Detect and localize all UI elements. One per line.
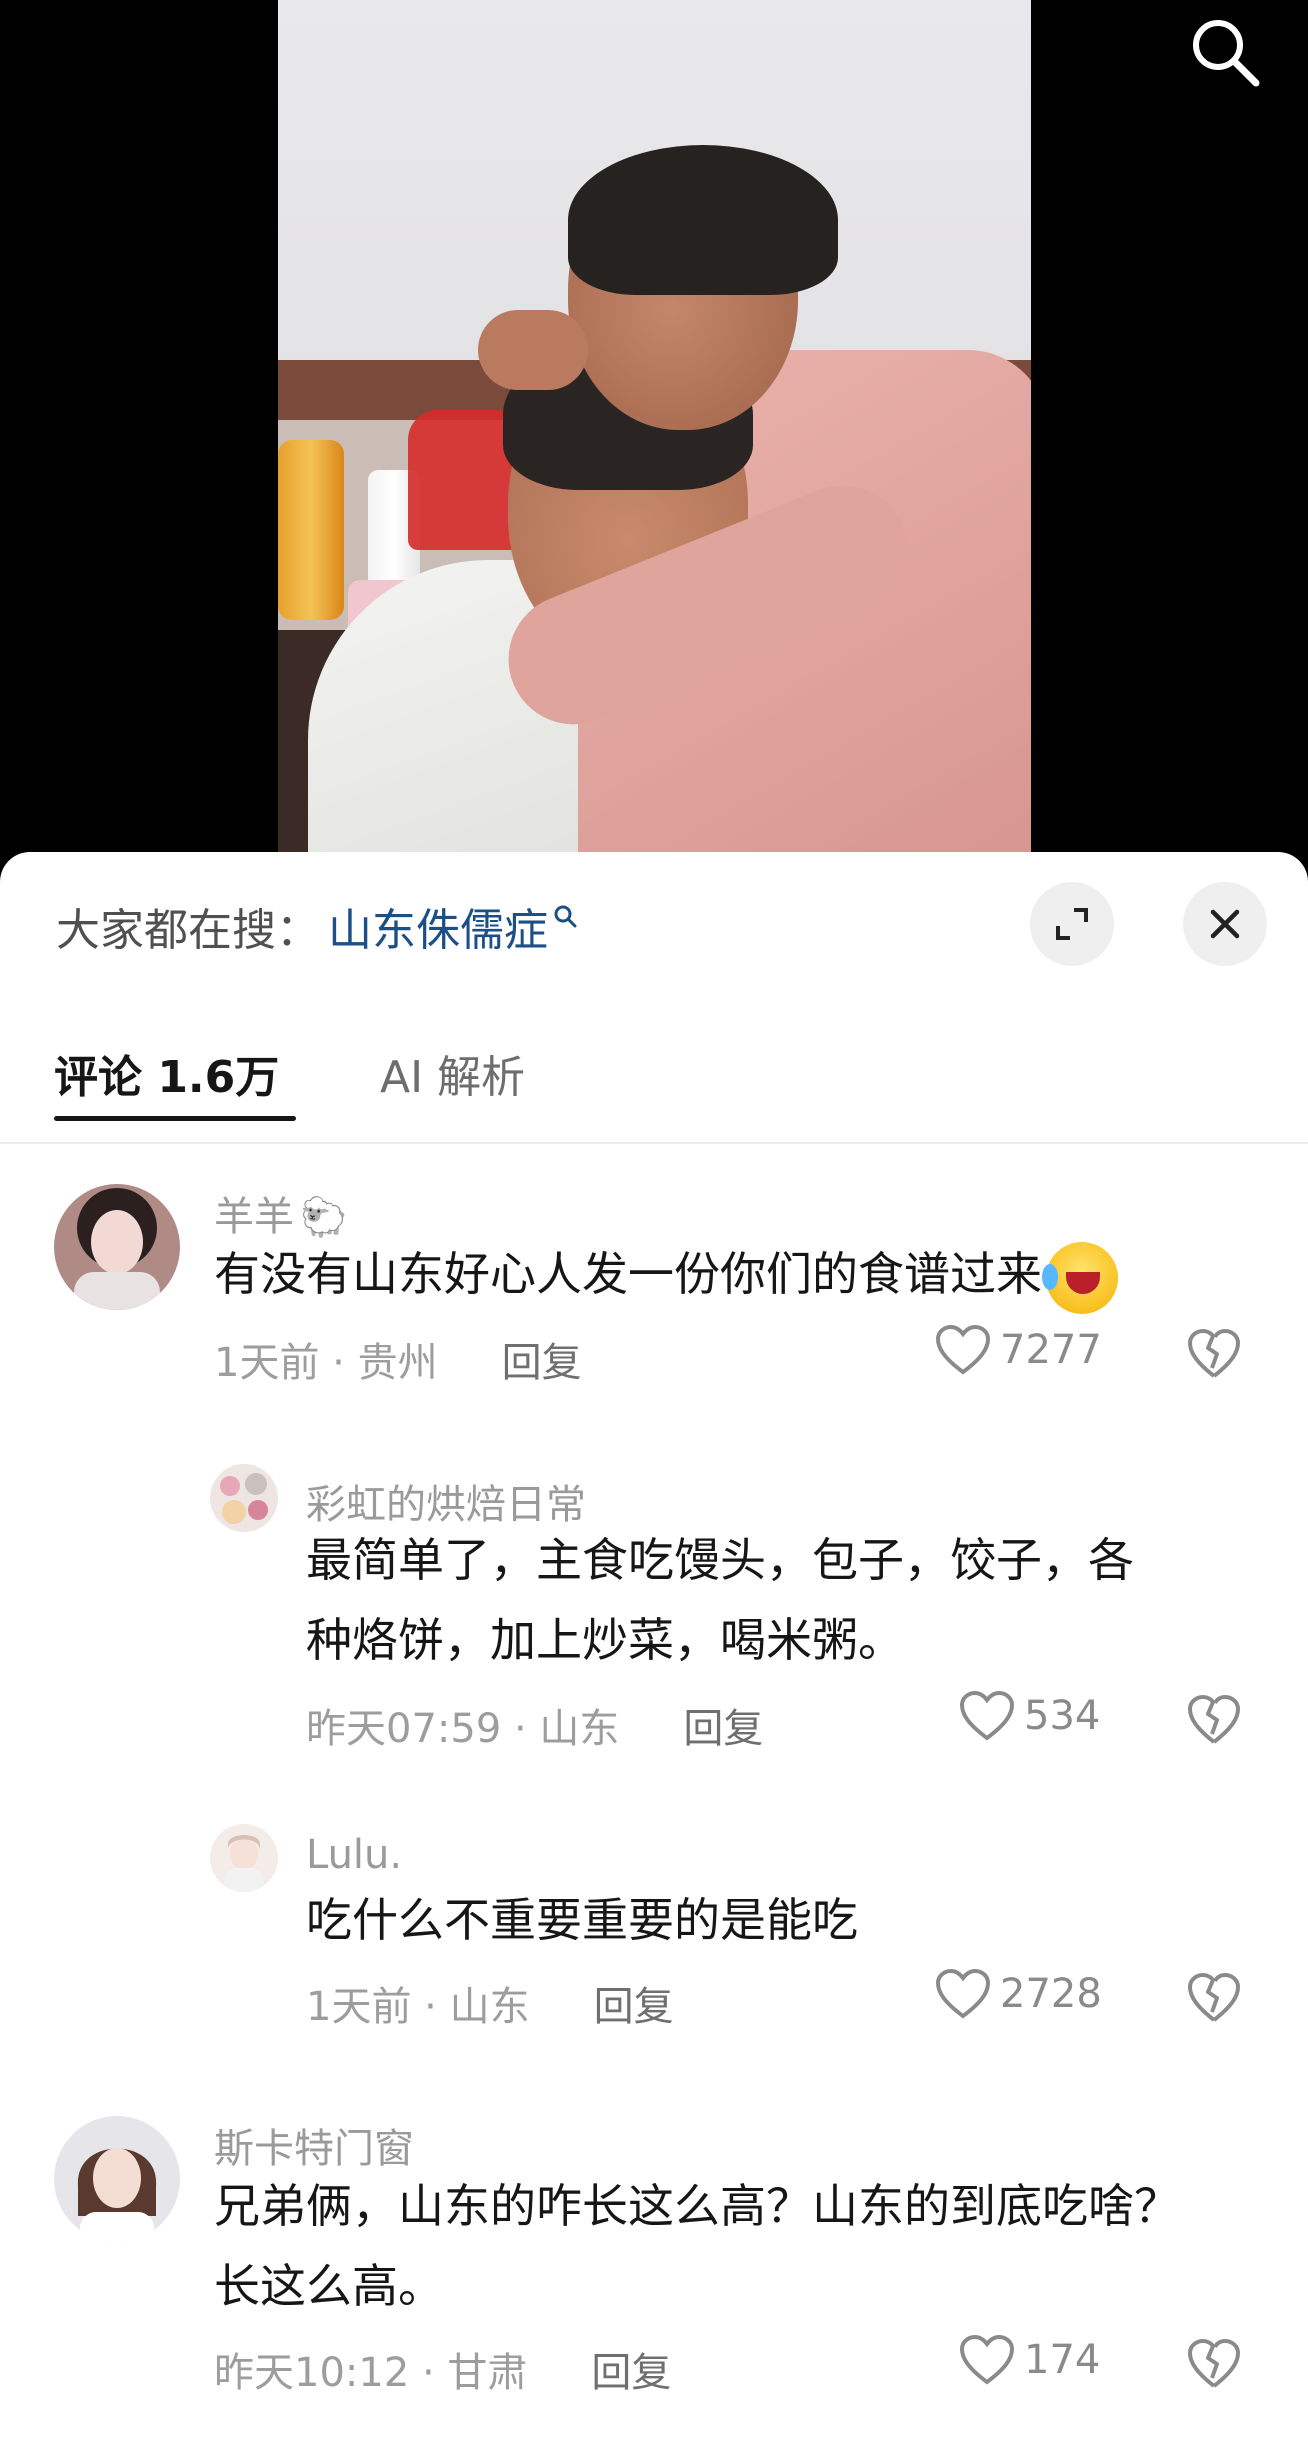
trending-search[interactable]: 大家都在搜： 山东侏儒症 <box>56 896 578 956</box>
dislike-button[interactable] <box>1184 2334 1244 2394</box>
comments-sheet: 大家都在搜： 山东侏儒症 评论 1.6万 AI 解析 羊羊 🐑 有没有山东好心人… <box>0 852 1308 2456</box>
avatar[interactable] <box>210 1464 278 1532</box>
reply-button[interactable]: 回复 <box>683 1696 763 1754</box>
reply-text-line-1: 最简单了，主食吃馒头，包子，饺子，各 <box>306 1533 1134 1587</box>
heart-icon <box>959 2334 1015 2385</box>
search-icon <box>552 903 578 929</box>
search-button[interactable] <box>1185 12 1265 92</box>
reply-button[interactable]: 回复 <box>502 1330 582 1388</box>
video-frame[interactable] <box>278 0 1031 870</box>
comment-item: 羊羊 🐑 有没有山东好心人发一份你们的食谱过来 1天前 · 贵州 回复 7277 <box>0 1184 1308 1484</box>
comment-text-line-1: 兄弟俩，山东的咋长这么高？山东的到底吃啥？ <box>214 2179 1180 2233</box>
expand-button[interactable] <box>1030 882 1114 966</box>
like-count: 534 <box>1024 1693 1101 1739</box>
trending-query-link[interactable]: 山东侏儒症 <box>328 894 548 958</box>
search-icon <box>1193 20 1260 87</box>
tab-comments[interactable]: 评论 1.6万 <box>54 1030 279 1116</box>
comment-tabs: 评论 1.6万 AI 解析 <box>0 1030 1308 1126</box>
heart-icon <box>935 1968 991 2019</box>
reply-item: Lulu. 吃什么不重要重要的是能吃 1天前 · 山东 回复 2728 <box>0 1824 1308 2074</box>
broken-heart-icon <box>1188 1329 1240 1378</box>
heart-icon <box>959 1690 1015 1741</box>
avatar[interactable] <box>54 1184 180 1310</box>
app-screen: 大家都在搜： 山东侏儒症 评论 1.6万 AI 解析 羊羊 🐑 有没有山东好心人… <box>0 0 1308 2456</box>
comment-time-location: 1天前 · 贵州 <box>214 1340 438 1386</box>
like-button[interactable]: 2728 <box>934 1968 1102 2020</box>
avatar[interactable] <box>54 2116 180 2242</box>
reply-time-location: 昨天07:59 · 山东 <box>306 1706 620 1752</box>
expand-icon <box>1056 908 1088 940</box>
broken-heart-icon <box>1188 1695 1240 1744</box>
broken-heart-icon <box>1188 1973 1240 2022</box>
like-count: 174 <box>1024 2337 1101 2383</box>
comment-item: 斯卡特门窗 兄弟俩，山东的咋长这么高？山东的到底吃啥？ 长这么高。 昨天10:1… <box>0 2116 1308 2456</box>
like-button[interactable]: 7277 <box>934 1324 1102 1376</box>
comment-text-content: 有没有山东好心人发一份你们的食谱过来 <box>214 1247 1042 1301</box>
reply-text: 吃什么不重要重要的是能吃 <box>306 1893 858 1947</box>
divider <box>0 1142 1308 1144</box>
reply-time-location: 1天前 · 山东 <box>306 1984 530 2030</box>
dislike-button[interactable] <box>1184 1968 1244 2028</box>
comment-meta: 1天前 · 贵州 回复 <box>214 1330 582 1388</box>
active-tab-indicator <box>54 1116 296 1121</box>
avatar[interactable] <box>210 1824 278 1892</box>
reply-meta: 1天前 · 山东 回复 <box>306 1974 674 2032</box>
close-button[interactable] <box>1183 882 1267 966</box>
reply-item: 彩虹的烘焙日常 最简单了，主食吃馒头，包子，饺子，各 种烙饼，加上炒菜，喝米粥。… <box>0 1464 1308 1794</box>
trending-prefix: 大家都在搜： <box>56 905 320 956</box>
dislike-button[interactable] <box>1184 1690 1244 1750</box>
like-count: 2728 <box>1000 1971 1102 2017</box>
comment-text: 有没有山东好心人发一份你们的食谱过来 <box>214 1234 1118 1314</box>
like-button[interactable]: 534 <box>958 1690 1100 1742</box>
video-player[interactable] <box>0 0 1308 870</box>
like-button[interactable]: 174 <box>958 2334 1100 2386</box>
reply-button[interactable]: 回复 <box>591 2340 671 2398</box>
reply-meta: 昨天07:59 · 山东 回复 <box>306 1696 763 1754</box>
comment-text-line-2: 长这么高。 <box>214 2259 444 2313</box>
reply-button[interactable]: 回复 <box>594 1974 674 2032</box>
broken-heart-icon <box>1188 2339 1240 2388</box>
tab-ai-analysis[interactable]: AI 解析 <box>380 1030 525 1116</box>
comment-time-location: 昨天10:12 · 甘肃 <box>214 2350 528 2396</box>
like-count: 7277 <box>1000 1327 1102 1373</box>
reply-text-line-2: 种烙饼，加上炒菜，喝米粥。 <box>306 1613 904 1667</box>
laugh-cry-emoji <box>1042 1241 1118 1314</box>
comment-meta: 昨天10:12 · 甘肃 回复 <box>214 2340 671 2398</box>
reply-username[interactable]: Lulu. <box>306 1832 402 1878</box>
dislike-button[interactable] <box>1184 1324 1244 1384</box>
heart-icon <box>935 1324 991 1375</box>
close-icon <box>1210 909 1240 939</box>
